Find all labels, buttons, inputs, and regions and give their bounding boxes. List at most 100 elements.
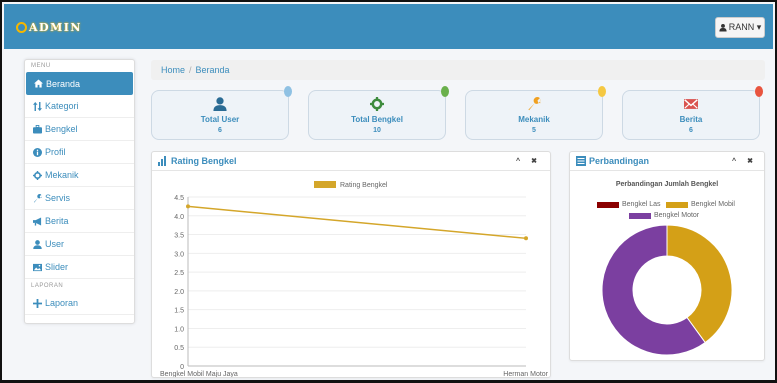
user-menu-button[interactable]: RANN ▾ (715, 17, 765, 38)
legend-label: Bengkel Mobil (691, 201, 735, 208)
sidebar-item-label: Servis (45, 193, 71, 203)
plus-icon (32, 298, 42, 308)
brand-logo[interactable]: ADMIN (16, 18, 82, 36)
sidebar-item-label: Laporan (45, 298, 79, 308)
rating-panel-header: Rating Bengkel (152, 152, 550, 171)
bar-chart-icon (158, 156, 166, 166)
sidebar-item-label: Slider (45, 262, 69, 272)
y-tick-label: 4.5 (174, 195, 184, 202)
x-tick-label: Herman Motor (503, 371, 548, 377)
legend-swatch (314, 181, 336, 188)
legend-item: Bengkel Motor (629, 212, 699, 219)
briefcase-icon (32, 124, 42, 134)
stat-title: Berita (679, 115, 703, 124)
report-header: LAPORAN (31, 283, 64, 289)
breadcrumb-current[interactable]: Beranda (196, 65, 230, 75)
sidebar-item-label: Berita (45, 216, 69, 226)
sort-icon (32, 101, 42, 111)
legend-swatch (597, 201, 619, 208)
breadcrumb-home-link[interactable]: Home (161, 65, 185, 75)
legend-label: Bengkel Motor (654, 212, 700, 219)
stat-value: 5 (532, 127, 536, 134)
stat-card-total-user[interactable]: Total User 6 (151, 86, 292, 140)
x-tick-label: Bengkel Mobil Maju Jaya (160, 371, 238, 377)
sidebar-item-label: Bengkel (45, 124, 78, 134)
sidebar-item-user[interactable]: User (25, 233, 134, 256)
series-line (187, 205, 527, 240)
sidebar-item-bengkel[interactable]: Bengkel (25, 118, 134, 141)
wrench-icon (32, 193, 42, 203)
legend-item: Bengkel Mobil (666, 201, 735, 208)
sidebar-item-beranda[interactable]: Beranda (26, 72, 133, 95)
info-icon (32, 147, 42, 157)
sidebar-item-label: Mekanik (45, 170, 79, 180)
menu-header: MENU (31, 63, 51, 69)
user-icon (719, 23, 727, 32)
sidebar-item-slider[interactable]: Slider (25, 256, 134, 279)
sidebar-item-label: Kategori (45, 101, 79, 111)
y-tick-label: 0 (180, 364, 184, 371)
home-icon (33, 79, 43, 89)
y-tick-label: 3.0 (174, 251, 184, 258)
rating-panel-title: Rating Bengkel (171, 156, 237, 166)
sidebar-item-laporan[interactable]: Laporan (25, 292, 134, 315)
breadcrumb: Home / Beranda (151, 60, 765, 80)
envelope-icon (623, 97, 759, 113)
image-icon (32, 262, 42, 272)
sidebar-item-label: Beranda (46, 78, 81, 89)
sidebar-item-servis[interactable]: Servis (25, 187, 134, 210)
user-menu-label: RANN ▾ (728, 22, 762, 32)
user-icon (152, 97, 288, 113)
status-dot (441, 86, 449, 97)
wrench-icon (466, 97, 602, 113)
sidebar: MENU Beranda Kategori Bengkel Profil Mekanik… (24, 59, 135, 324)
stat-title: Mekanik (518, 115, 550, 124)
list-icon (576, 156, 586, 166)
y-tick-label: 3.5 (174, 233, 184, 240)
collapse-button[interactable]: ^ (728, 155, 740, 167)
data-point (186, 204, 190, 209)
user-icon (32, 239, 42, 249)
legend-swatch (666, 201, 688, 208)
data-point (524, 236, 528, 241)
stat-title: Total User (200, 115, 240, 124)
breadcrumb-separator: / (189, 65, 192, 75)
y-tick-label: 4.0 (174, 214, 184, 221)
close-button[interactable]: ✖ (528, 155, 540, 167)
brand-name: ADMIN (29, 20, 82, 34)
y-tick-label: 1.5 (174, 308, 184, 315)
legend-item: Bengkel Las (597, 201, 661, 208)
sidebar-item-kategori[interactable]: Kategori (25, 95, 134, 118)
close-button[interactable]: ✖ (744, 155, 756, 167)
legend-swatch (629, 212, 651, 219)
legend-label: Rating Bengkel (340, 182, 388, 189)
stat-card-mekanik[interactable]: Mekanik 5 (465, 86, 606, 140)
sidebar-item-mekanik[interactable]: Mekanik (25, 164, 134, 187)
logo-ring-icon (16, 21, 27, 33)
y-tick-label: 1.0 (174, 326, 184, 333)
status-dot (284, 86, 292, 97)
sidebar-item-berita[interactable]: Berita (25, 210, 134, 233)
donut-chart-title: Perbandingan Jumlah Bengkel (615, 181, 719, 188)
stat-value: 6 (689, 127, 693, 134)
comparison-panel-title: Perbandingan (589, 156, 650, 166)
stat-card-berita[interactable]: Berita 6 (622, 86, 763, 140)
status-dot (755, 86, 763, 97)
sidebar-item-label: User (45, 239, 65, 249)
sidebar-item-label: Profil (45, 147, 66, 157)
comparison-panel: Perbandingan ^ ✖ Perbandingan Jumlah Ben… (569, 151, 765, 361)
collapse-button[interactable]: ^ (512, 155, 524, 167)
sidebar-item-profil[interactable]: Profil (25, 141, 134, 164)
y-tick-label: 0.5 (174, 345, 184, 352)
stat-value: 6 (218, 127, 222, 134)
gear-icon (309, 97, 445, 113)
bullhorn-icon (32, 216, 42, 226)
y-tick-label: 2.5 (174, 270, 184, 277)
stat-card-total-bengkel[interactable]: Total Bengkel 10 (308, 86, 449, 140)
top-navbar: ADMIN RANN ▾ (4, 4, 773, 49)
rating-line-chart: 0 0.5 1.0 1.5 2.0 2.5 3.0 3.5 4.0 4.5 Bengkel Mobi… (160, 181, 549, 377)
donut-chart (601, 224, 733, 356)
stat-title: Total Bengkel (351, 115, 403, 124)
y-tick-label: 2.0 (174, 289, 184, 296)
legend-label: Bengkel Las (622, 201, 661, 208)
